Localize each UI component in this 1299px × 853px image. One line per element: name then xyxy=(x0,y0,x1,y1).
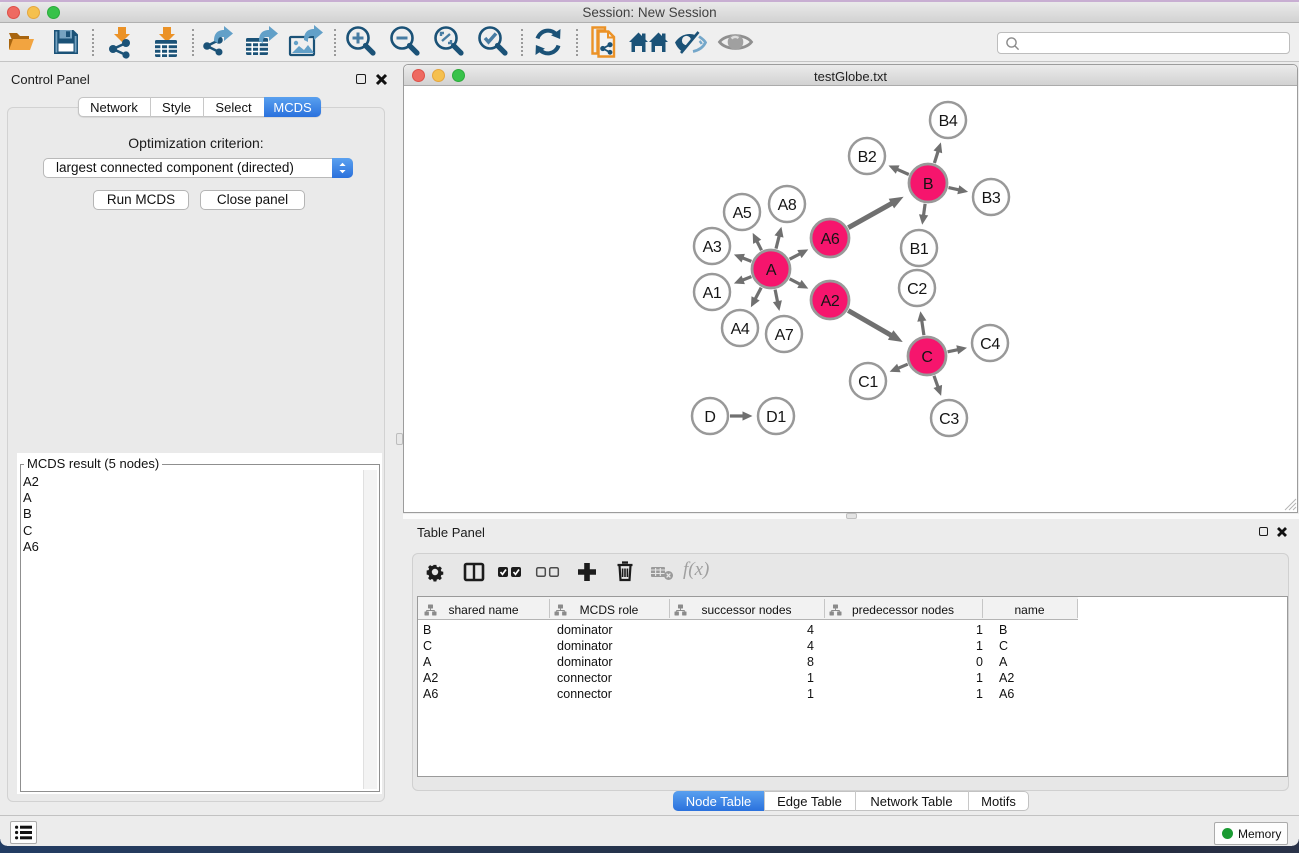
svg-text:B4: B4 xyxy=(939,113,958,130)
svg-text:D1: D1 xyxy=(766,409,786,426)
svg-text:C4: C4 xyxy=(980,336,1000,353)
svg-text:A2: A2 xyxy=(821,293,840,310)
svg-text:B3: B3 xyxy=(982,190,1001,207)
svg-text:A7: A7 xyxy=(775,327,794,344)
svg-text:D: D xyxy=(704,409,715,426)
svg-text:B: B xyxy=(923,176,933,193)
svg-text:C1: C1 xyxy=(858,374,878,391)
svg-text:A3: A3 xyxy=(703,239,722,256)
svg-text:A: A xyxy=(766,262,777,279)
svg-text:C: C xyxy=(921,349,932,366)
svg-text:A6: A6 xyxy=(821,231,840,248)
svg-text:A4: A4 xyxy=(731,321,750,338)
svg-text:A5: A5 xyxy=(733,205,752,222)
svg-text:A1: A1 xyxy=(703,285,722,302)
svg-text:B2: B2 xyxy=(858,149,877,166)
svg-text:A8: A8 xyxy=(778,197,797,214)
svg-text:C2: C2 xyxy=(907,281,927,298)
svg-text:C3: C3 xyxy=(939,411,959,428)
svg-text:B1: B1 xyxy=(910,241,929,258)
